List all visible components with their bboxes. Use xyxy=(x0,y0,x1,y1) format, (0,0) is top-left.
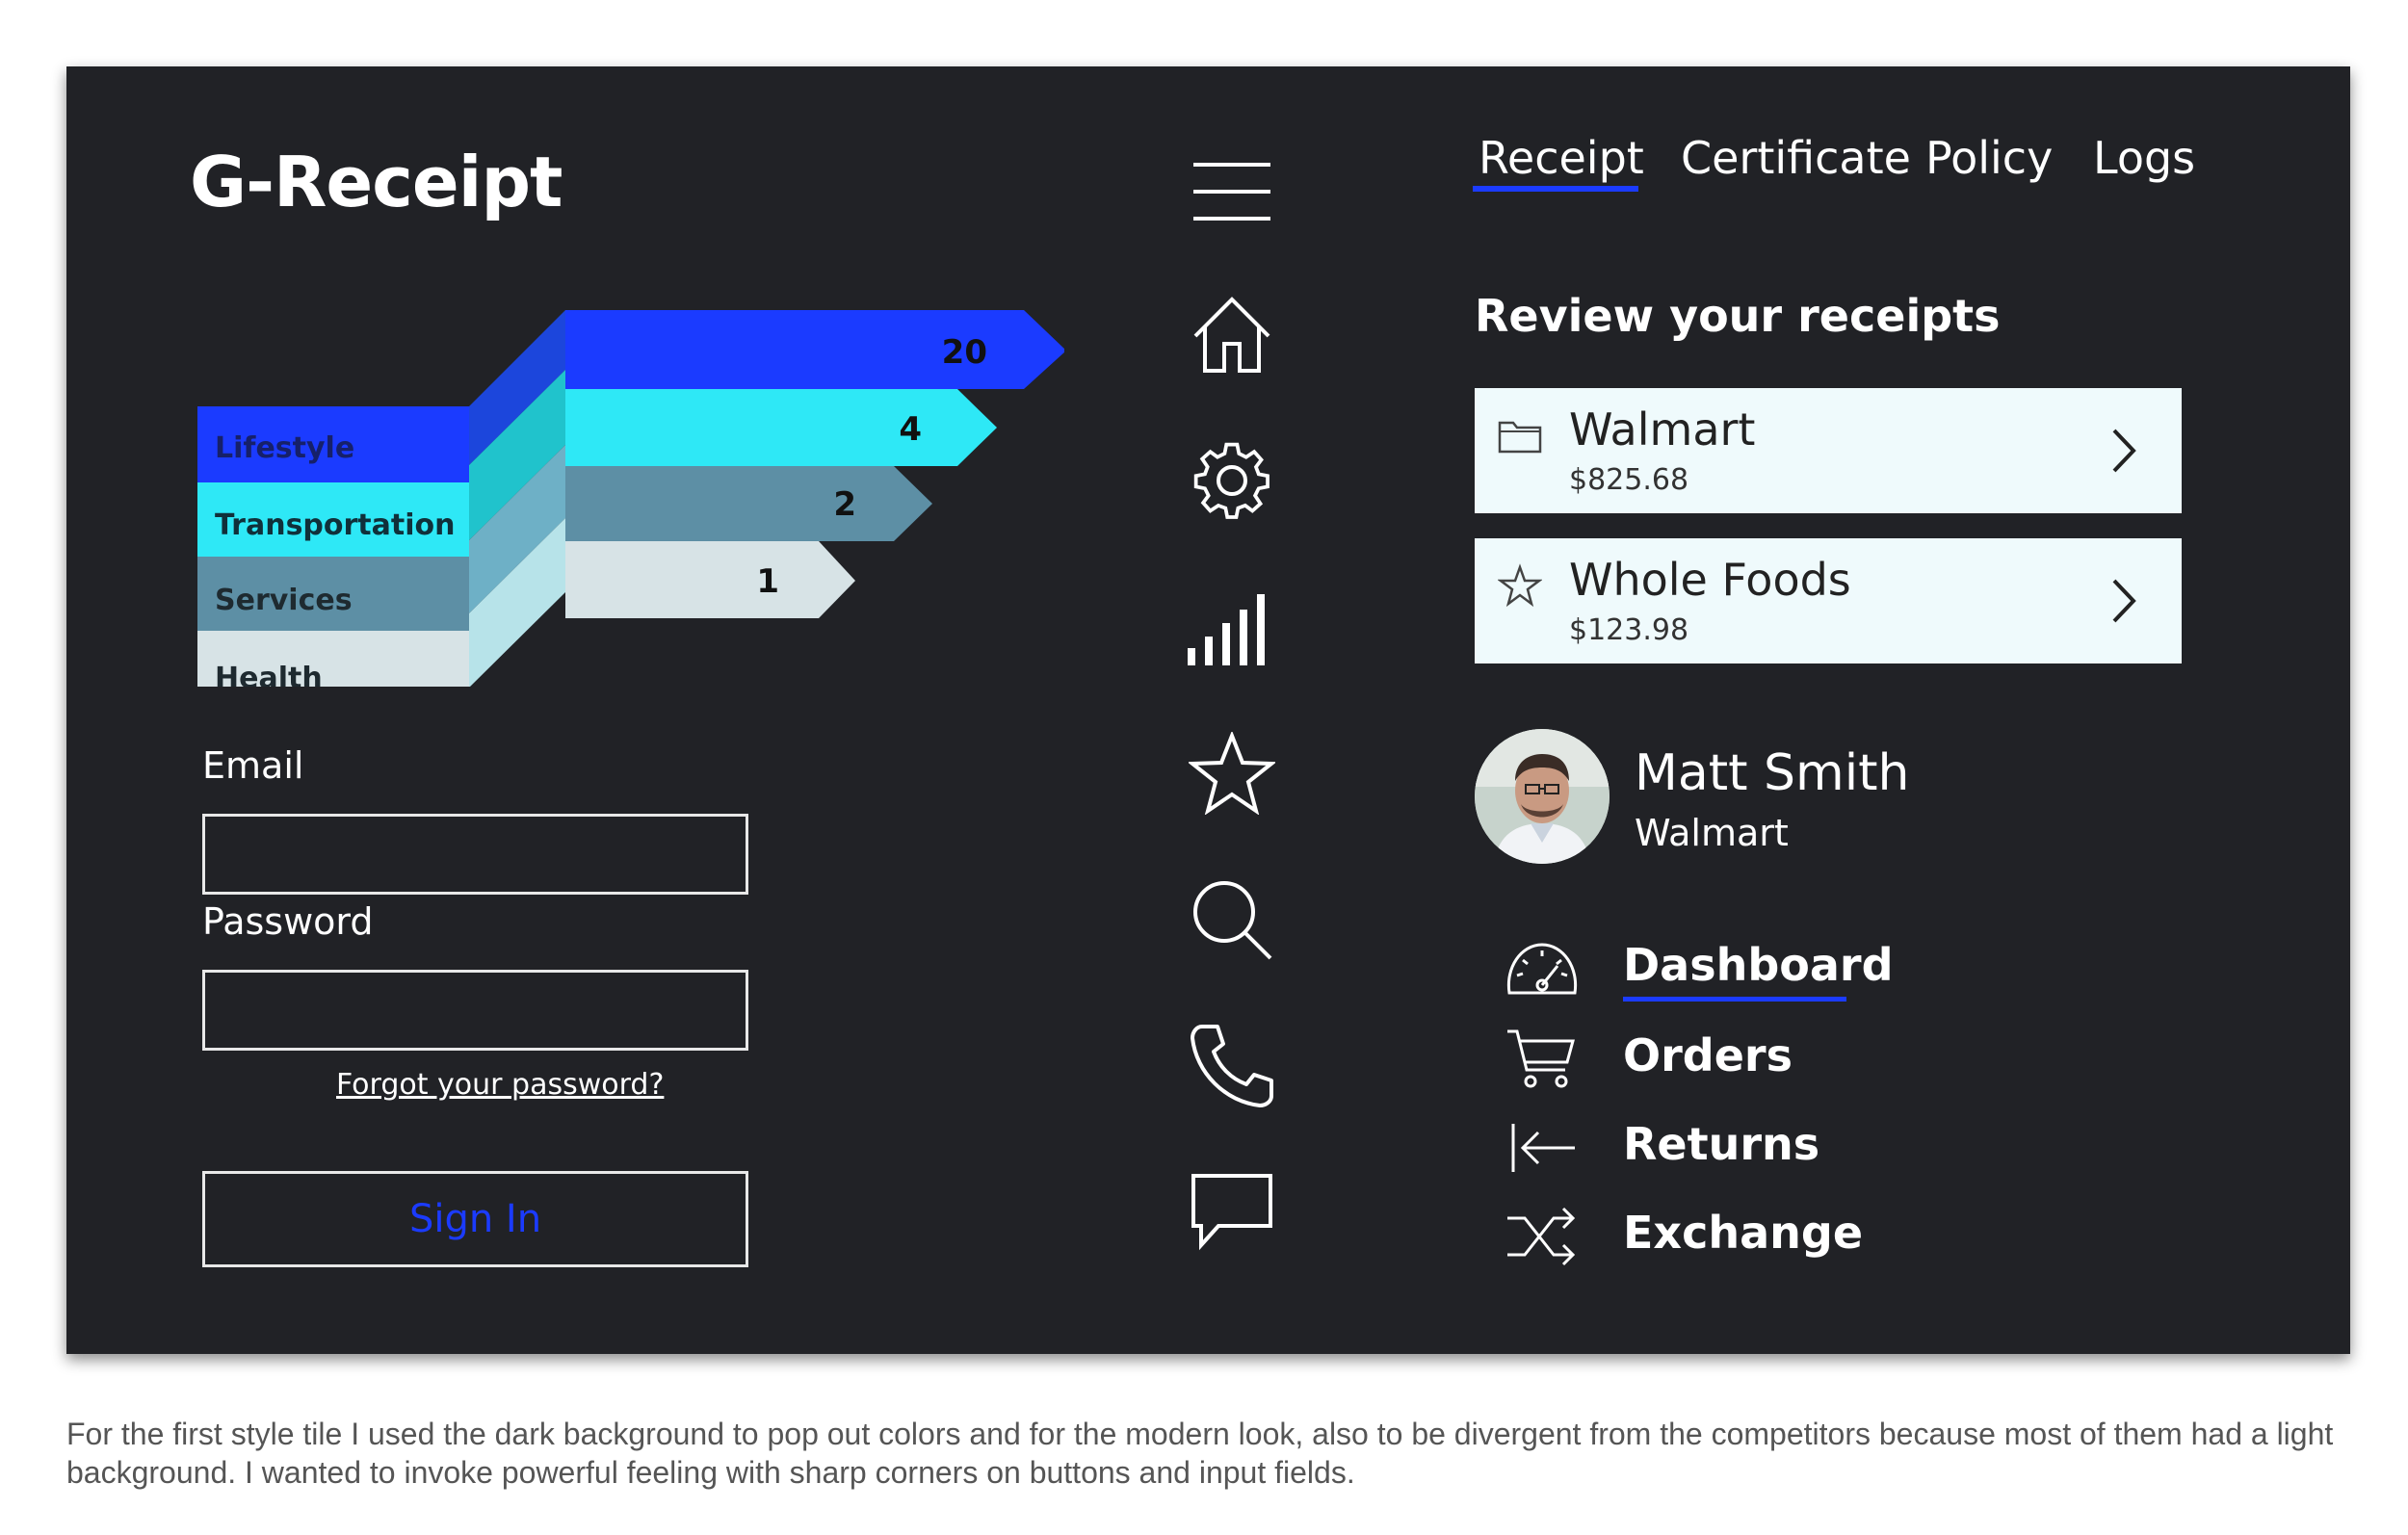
cart-icon xyxy=(1507,1029,1575,1088)
category-value-services: 2 xyxy=(833,485,856,524)
category-chart: Lifestyle Transportation Services Health… xyxy=(197,310,1064,687)
receipt-card-walmart[interactable]: Walmart $825.68 xyxy=(1475,388,2182,513)
receipts-title: Review your receipts xyxy=(1475,290,2001,342)
category-label-health: Health xyxy=(215,662,323,687)
menu-item-returns[interactable]: Returns xyxy=(1623,1118,1819,1170)
speedometer-icon xyxy=(1506,943,1578,995)
transportation-arrow xyxy=(565,389,997,466)
sign-in-button[interactable]: Sign In xyxy=(202,1171,748,1267)
menu-item-exchange[interactable]: Exchange xyxy=(1623,1207,1863,1259)
email-label: Email xyxy=(202,744,304,787)
email-field[interactable] xyxy=(202,814,748,895)
password-label: Password xyxy=(202,900,374,943)
avatar[interactable] xyxy=(1475,729,1610,864)
star-icon[interactable] xyxy=(1184,725,1280,821)
receipt-amount: $825.68 xyxy=(1569,463,1689,497)
user-name: Matt Smith xyxy=(1635,744,1910,802)
app-logo: G-Receipt xyxy=(190,142,563,222)
caption-text: For the first style tile I used the dark… xyxy=(66,1417,2334,1490)
receipt-card-whole-foods[interactable]: Whole Foods $123.98 xyxy=(1475,538,2182,663)
category-value-health: 1 xyxy=(756,562,779,601)
receipt-amount: $123.98 xyxy=(1569,613,1689,647)
lifestyle-arrow xyxy=(565,310,1064,389)
tab-logs[interactable]: Logs xyxy=(2093,132,2195,184)
chat-icon[interactable] xyxy=(1184,1164,1280,1261)
category-value-lifestyle: 20 xyxy=(942,333,987,372)
active-menu-indicator xyxy=(1623,997,1846,1002)
star-outline-icon xyxy=(1498,563,1542,608)
receipt-store-name: Walmart xyxy=(1569,403,1756,455)
chevron-right-icon xyxy=(2112,429,2136,473)
gear-icon[interactable] xyxy=(1184,432,1280,529)
category-label-transportation: Transportation xyxy=(215,508,455,542)
forgot-password-link[interactable]: Forgot your password? xyxy=(336,1068,664,1102)
return-arrow-icon xyxy=(1511,1124,1575,1172)
menu-item-orders[interactable]: Orders xyxy=(1623,1029,1793,1081)
shuffle-icon xyxy=(1507,1207,1576,1266)
menu-icon[interactable] xyxy=(1184,143,1280,240)
app-panel: G-Receipt Lifestyle Transportation Servi… xyxy=(66,66,2350,1354)
tab-receipt[interactable]: Receipt xyxy=(1479,132,1644,184)
category-label-lifestyle: Lifestyle xyxy=(215,431,354,465)
category-label-services: Services xyxy=(215,584,353,617)
active-tab-indicator xyxy=(1473,186,1638,192)
services-arrow xyxy=(565,466,932,541)
user-store: Walmart xyxy=(1635,812,1789,854)
password-field[interactable] xyxy=(202,970,748,1051)
receipt-store-name: Whole Foods xyxy=(1569,554,1851,606)
search-icon[interactable] xyxy=(1184,872,1280,968)
home-icon[interactable] xyxy=(1184,286,1280,382)
folder-icon xyxy=(1498,421,1542,454)
tab-policy[interactable]: Policy xyxy=(1925,132,2053,184)
category-value-transportation: 4 xyxy=(899,410,922,449)
menu-item-dashboard[interactable]: Dashboard xyxy=(1623,939,1894,991)
chevron-right-icon xyxy=(2112,579,2136,623)
health-arrow xyxy=(565,541,855,618)
signal-bars-icon[interactable] xyxy=(1184,579,1280,675)
tab-certificate[interactable]: Certificate xyxy=(1681,132,1911,184)
phone-icon[interactable] xyxy=(1184,1018,1280,1114)
